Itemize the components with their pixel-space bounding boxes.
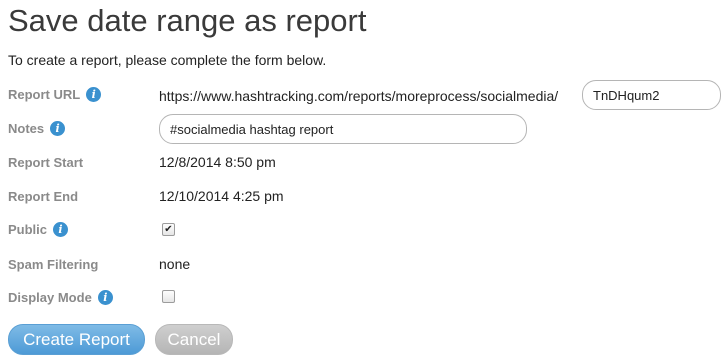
public-label-text: Public bbox=[8, 222, 48, 237]
report-start-label: Report Start bbox=[8, 155, 84, 170]
notes-input[interactable] bbox=[159, 114, 527, 144]
form-intro-text: To create a report, please complete the … bbox=[8, 52, 327, 68]
report-start-value: 12/8/2014 8:50 pm bbox=[159, 154, 276, 170]
display-mode-checkbox[interactable] bbox=[162, 290, 175, 303]
report-url-info-icon[interactable]: i bbox=[86, 87, 102, 102]
public-checkbox[interactable]: ✔ bbox=[162, 223, 175, 236]
display-mode-label-text: Display Mode bbox=[8, 290, 92, 305]
report-url-prefix: https://www.hashtracking.com/reports/mor… bbox=[159, 88, 559, 104]
cancel-button[interactable]: Cancel bbox=[155, 324, 233, 355]
notes-label: Notes i bbox=[8, 121, 66, 136]
display-mode-info-icon[interactable]: i bbox=[97, 290, 113, 305]
report-end-label: Report End bbox=[8, 189, 79, 204]
spam-filtering-label: Spam Filtering bbox=[8, 257, 99, 272]
report-url-label-text: Report URL bbox=[8, 87, 81, 102]
checkmark-icon: ✔ bbox=[164, 223, 173, 235]
report-url-slug-input[interactable] bbox=[582, 80, 721, 110]
page-title: Save date range as report bbox=[8, 3, 367, 38]
notes-info-icon[interactable]: i bbox=[50, 121, 66, 136]
report-end-value: 12/10/2014 4:25 pm bbox=[159, 188, 284, 204]
public-label: Public i bbox=[8, 222, 69, 237]
create-report-button[interactable]: Create Report bbox=[8, 324, 145, 355]
notes-label-text: Notes bbox=[8, 121, 45, 136]
report-url-label: Report URL i bbox=[8, 87, 102, 102]
display-mode-label: Display Mode i bbox=[8, 290, 113, 305]
spam-filtering-value: none bbox=[159, 256, 191, 272]
public-info-icon[interactable]: i bbox=[53, 222, 69, 237]
